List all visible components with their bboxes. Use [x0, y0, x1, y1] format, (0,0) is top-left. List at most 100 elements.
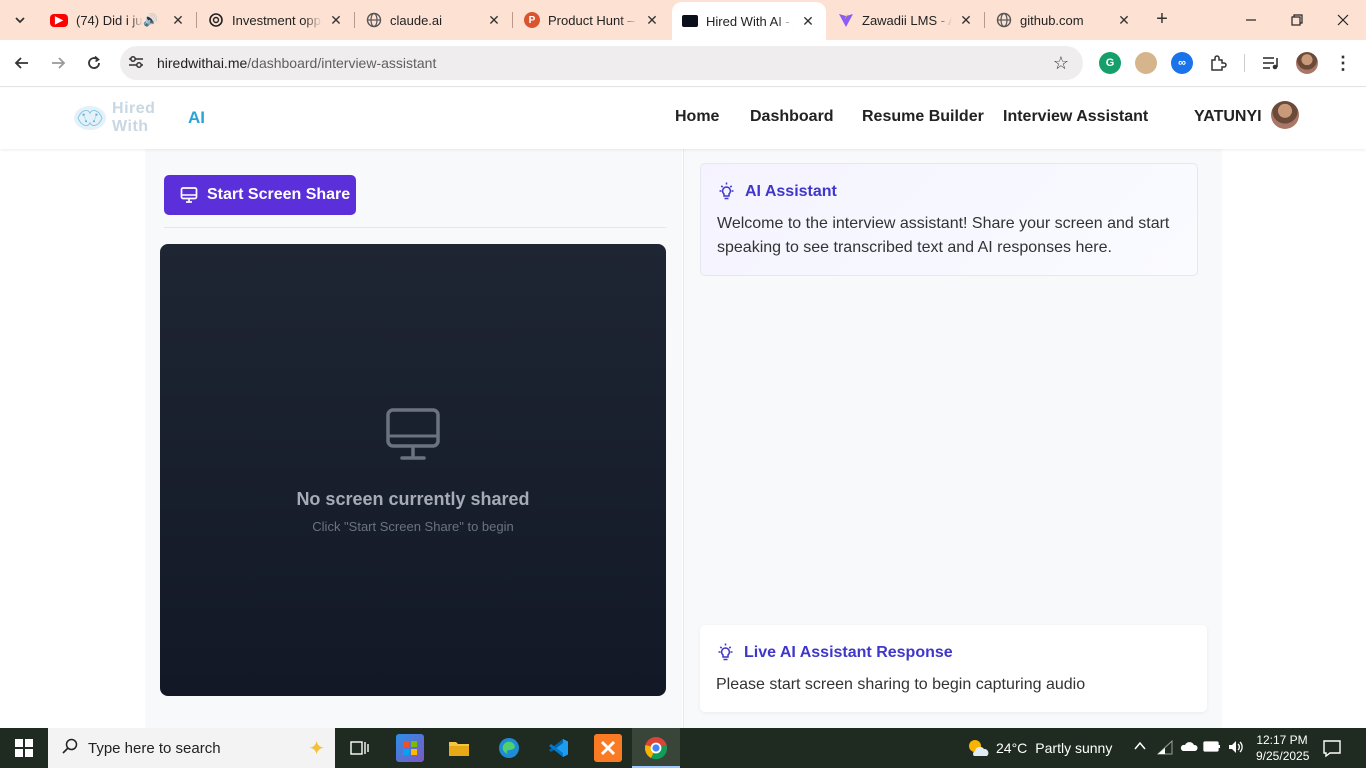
extensions-puzzle-icon[interactable] [1207, 52, 1229, 74]
monitor-icon [180, 187, 198, 203]
edge-browser-icon[interactable] [495, 734, 523, 762]
browser-tab-producthunt[interactable]: P Product Hunt – The ✕ [514, 0, 670, 40]
tab-title: Zawadii LMS - AI [862, 12, 952, 28]
onedrive-cloud-icon[interactable] [1180, 739, 1198, 756]
start-screen-share-button[interactable]: Start Screen Share [164, 175, 356, 215]
close-tab-icon[interactable]: ✕ [170, 12, 186, 28]
brain-logo-icon [74, 105, 107, 131]
tray-chevron-up-icon[interactable] [1133, 739, 1147, 756]
address-bar[interactable]: hiredwithai.me/dashboard/interview-assis… [120, 46, 1083, 80]
new-tab-plus-icon[interactable]: + [1150, 8, 1174, 32]
close-window-icon[interactable] [1320, 0, 1366, 40]
close-tab-icon[interactable]: ✕ [958, 12, 974, 28]
battery-icon[interactable] [1203, 739, 1221, 756]
back-arrow-icon[interactable] [9, 50, 35, 76]
profile-avatar[interactable] [1296, 52, 1318, 74]
ai-assistant-title: AI Assistant [745, 182, 837, 200]
nav-home[interactable]: Home [675, 108, 719, 126]
reload-icon[interactable] [81, 50, 107, 76]
nav-interview-assistant[interactable]: Interview Assistant [1003, 108, 1148, 126]
assistant-panel: AI Assistant Welcome to the interview as… [683, 149, 1222, 728]
chatgpt-icon [208, 12, 224, 28]
minimize-icon[interactable] [1228, 0, 1274, 40]
tab-title: (74) Did i just [76, 12, 143, 28]
task-view-icon[interactable] [346, 734, 374, 762]
tab-title: Investment opportunities [232, 12, 322, 28]
url-host: hiredwithai.me [157, 55, 248, 71]
microsoft-store-icon[interactable] [396, 734, 424, 762]
browser-tab-github[interactable]: github.com ✕ [986, 0, 1142, 40]
volume-icon[interactable] [1227, 739, 1245, 758]
close-tab-icon[interactable]: ✕ [328, 12, 344, 28]
tab-title: claude.ai [390, 12, 443, 28]
globe-icon [996, 12, 1012, 28]
lightbulb-icon [719, 182, 734, 200]
browser-tab-chatgpt[interactable]: Investment opportunities ✕ [198, 0, 354, 40]
copilot-sparkle-icon[interactable]: ✦ [308, 736, 325, 761]
user-avatar[interactable] [1271, 101, 1299, 129]
close-tab-icon[interactable]: ✕ [800, 13, 816, 29]
vscode-icon[interactable] [544, 734, 572, 762]
forward-arrow-icon[interactable] [45, 50, 71, 76]
start-screen-share-label: Start Screen Share [207, 186, 351, 203]
weather-temperature: 24°C [996, 740, 1028, 756]
live-response-title: Live AI Assistant Response [744, 643, 953, 661]
restore-icon[interactable] [1274, 0, 1320, 40]
tab-title: Hired With AI - AI [706, 13, 794, 29]
avatar-extension-icon[interactable] [1135, 52, 1157, 74]
live-response-text: Please start screen sharing to begin cap… [716, 676, 1086, 693]
tab-separator [984, 12, 985, 28]
browser-menu-icon[interactable]: ⋮ [1332, 52, 1354, 74]
tab-title: github.com [1020, 12, 1084, 28]
nav-resume-builder[interactable]: Resume Builder [862, 108, 984, 126]
ai-assistant-text: Welcome to the interview assistant! Shar… [717, 215, 1170, 256]
taskbar-clock[interactable]: 12:17 PM 9/25/2025 [1256, 732, 1309, 764]
close-tab-icon[interactable]: ✕ [644, 12, 660, 28]
lightbulb-icon [718, 643, 733, 661]
speaker-icon[interactable]: 🔊 [143, 13, 158, 27]
weather-widget[interactable]: 24°C Partly sunny [966, 738, 1112, 758]
close-tab-icon[interactable]: ✕ [1116, 12, 1132, 28]
divider [164, 227, 666, 228]
grammarly-extension-icon[interactable]: G [1099, 52, 1121, 74]
nav-dashboard[interactable]: Dashboard [750, 108, 834, 126]
bookmark-star-icon[interactable]: ☆ [1053, 53, 1069, 74]
browser-tab-hiredwithai[interactable]: Hired With AI - AI ✕ [672, 2, 826, 40]
site-navbar: Hired With AI Home Dashboard Resume Buil… [0, 88, 1366, 149]
browser-toolbar: hiredwithai.me/dashboard/interview-assis… [0, 40, 1366, 87]
empty-state-title: No screen currently shared [296, 489, 530, 509]
tab-separator [196, 12, 197, 28]
tab-search-chevron-icon[interactable] [6, 6, 34, 34]
search-icon [62, 738, 78, 759]
close-tab-icon[interactable]: ✕ [486, 12, 502, 28]
taskbar-search-placeholder: Type here to search [88, 739, 221, 757]
tab-title: Product Hunt – The [548, 12, 638, 28]
url-text: hiredwithai.me/dashboard/interview-assis… [157, 55, 436, 71]
browser-tab-strip: ▶ (74) Did i just 🔊 ✕ Investment opportu… [0, 0, 1366, 40]
logo-text: Hired With [112, 100, 156, 135]
clock-time: 12:17 PM [1256, 733, 1308, 747]
windows-start-icon[interactable] [0, 728, 48, 768]
notification-icon[interactable] [1322, 738, 1342, 758]
tab-separator [354, 12, 355, 28]
ai-assistant-header: AI Assistant [717, 182, 837, 201]
monitor-placeholder-icon [386, 408, 440, 460]
site-settings-icon[interactable] [128, 55, 146, 72]
browser-tab-zawadii[interactable]: Zawadii LMS - AI ✕ [828, 0, 984, 40]
infinity-extension-icon[interactable]: ∞ [1171, 52, 1193, 74]
xampp-icon[interactable] [594, 734, 622, 762]
media-control-icon[interactable] [1260, 52, 1282, 74]
page-content: Start Screen Share No screen currently s… [0, 149, 1366, 728]
browser-tab-claude[interactable]: claude.ai ✕ [356, 0, 512, 40]
logo-ai-text: AI [188, 108, 205, 127]
vite-icon [838, 12, 854, 28]
site-logo[interactable]: Hired With AI [70, 98, 205, 138]
chrome-icon[interactable] [642, 734, 670, 762]
screen-share-panel: Start Screen Share No screen currently s… [145, 149, 682, 728]
user-name[interactable]: YATUNYI [1194, 108, 1262, 126]
hiredwithai-icon [682, 15, 698, 27]
file-explorer-icon[interactable] [445, 734, 473, 762]
browser-tab-youtube[interactable]: ▶ (74) Did i just 🔊 ✕ [40, 0, 196, 40]
network-icon[interactable] [1156, 739, 1175, 758]
taskbar-search-box[interactable]: Type here to search ✦ [48, 728, 335, 768]
